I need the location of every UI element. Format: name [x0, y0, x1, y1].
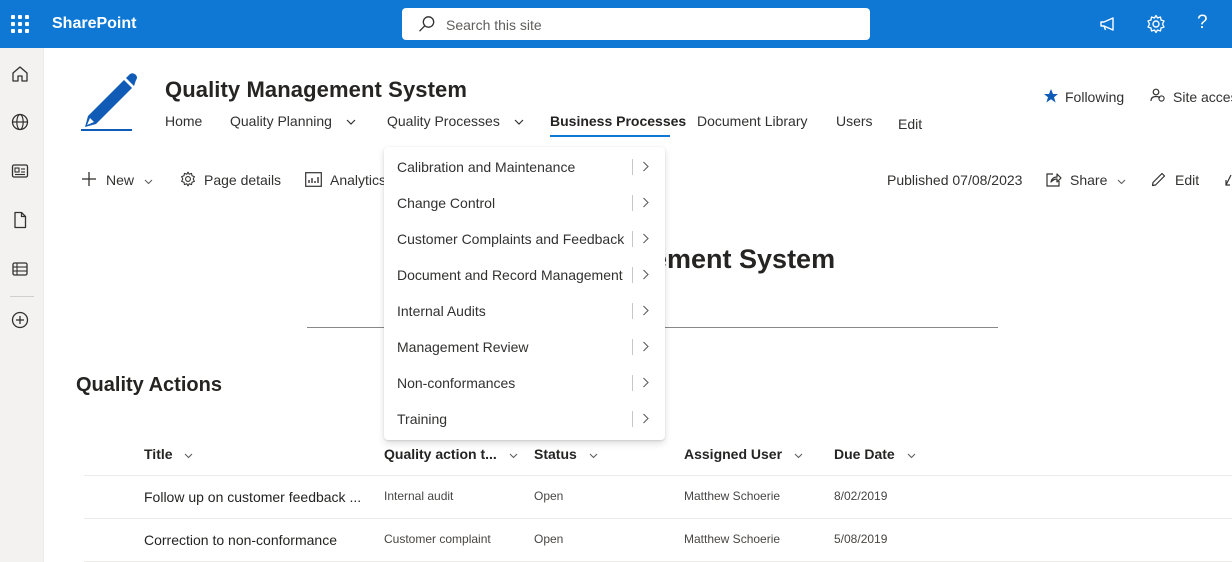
add-icon [82, 172, 96, 186]
page-details-button[interactable]: Page details [204, 172, 281, 188]
chevron-down-icon [185, 453, 193, 459]
chevron-right-icon[interactable] [642, 341, 649, 352]
chevron-down-icon [514, 119, 524, 125]
home-icon[interactable] [10, 64, 30, 84]
cell-title[interactable]: Correction to non-conformance [144, 532, 337, 548]
cell-quality-action-type: Internal audit [384, 489, 454, 503]
app-name[interactable]: SharePoint [52, 15, 136, 33]
nav-item-quality-planning[interactable]: Quality Planning [230, 113, 356, 129]
nav-item-document-library[interactable]: Document Library [697, 113, 808, 129]
menu-separator [632, 339, 633, 355]
cell-status: Open [534, 532, 564, 546]
site-access-button[interactable]: Site access [1173, 89, 1232, 105]
chevron-right-icon[interactable] [642, 269, 649, 280]
menu-separator [632, 195, 633, 211]
row-divider [84, 475, 1232, 476]
pencil-icon [1151, 172, 1166, 187]
cell-due-date: 8/02/2019 [834, 489, 888, 503]
menu-item-document-record-management[interactable]: Document and Record Management [384, 257, 665, 293]
cell-title[interactable]: Follow up on customer feedback ... [144, 489, 361, 505]
chevron-down-icon [1117, 179, 1126, 185]
share-icon [1046, 173, 1062, 187]
column-header-title[interactable]: Title [144, 446, 193, 462]
column-header-status[interactable]: Status [534, 446, 598, 462]
following-button[interactable]: Following [1065, 89, 1124, 105]
analytics-button[interactable]: Analytics [330, 172, 386, 188]
new-button[interactable]: New [106, 172, 153, 188]
menu-separator [632, 303, 633, 319]
quality-actions-heading: Quality Actions [76, 374, 222, 396]
gear-icon [181, 171, 195, 187]
published-status: Published 07/08/2023 [887, 172, 1023, 188]
chevron-down-icon [794, 453, 803, 459]
menu-separator [632, 375, 633, 391]
app-launcher-icon[interactable] [11, 15, 29, 33]
chevron-down-icon [346, 119, 356, 125]
menu-separator [632, 267, 633, 283]
analytics-icon [305, 172, 322, 187]
chevron-right-icon[interactable] [642, 413, 649, 424]
collapse-icon[interactable] [1225, 174, 1232, 186]
chevron-right-icon[interactable] [642, 197, 649, 208]
menu-separator [632, 159, 633, 175]
cell-assigned-user: Matthew Schoerie [684, 532, 781, 546]
menu-separator [632, 411, 633, 427]
menu-separator [632, 231, 633, 247]
site-logo[interactable] [80, 70, 140, 132]
star-filled-icon[interactable] [1043, 88, 1059, 104]
menu-item-internal-audits[interactable]: Internal Audits [384, 293, 665, 329]
cell-status: Open [534, 489, 564, 503]
active-nav-indicator [550, 135, 670, 137]
chevron-down-icon [589, 453, 598, 459]
row-divider [84, 518, 1232, 519]
gear-icon[interactable] [1146, 14, 1166, 34]
search-icon [419, 16, 435, 32]
chevron-down-icon [509, 453, 518, 459]
search-box[interactable]: Search this site [402, 8, 870, 40]
people-icon [1150, 88, 1165, 102]
nav-edit-link[interactable]: Edit [898, 116, 922, 132]
site-title[interactable]: Quality Management System [165, 77, 467, 103]
menu-item-calibration-and-maintenance[interactable]: Calibration and Maintenance [384, 149, 665, 185]
app-bar [0, 48, 44, 562]
chevron-right-icon[interactable] [642, 233, 649, 244]
cell-assigned-user: Matthew Schoerie [684, 489, 781, 503]
nav-item-business-processes[interactable]: Business Processes [550, 113, 686, 129]
globe-icon[interactable] [10, 112, 30, 132]
list-icon[interactable] [10, 259, 30, 279]
rail-divider [10, 296, 34, 297]
suite-bar: SharePoint Search this site ? [0, 0, 1232, 48]
cell-quality-action-type: Customer complaint [384, 532, 491, 546]
chevron-right-icon[interactable] [642, 305, 649, 316]
column-header-due-date[interactable]: Due Date [834, 446, 916, 462]
cell-due-date: 5/08/2019 [834, 532, 888, 546]
menu-item-non-conformances[interactable]: Non-conformances [384, 365, 665, 401]
add-icon[interactable] [10, 310, 30, 330]
chevron-right-icon[interactable] [642, 377, 649, 388]
chevron-right-icon[interactable] [642, 161, 649, 172]
chevron-down-icon [907, 453, 915, 459]
megaphone-icon[interactable] [1098, 14, 1118, 34]
page-title: ement System [652, 244, 836, 274]
nav-item-quality-processes[interactable]: Quality Processes [387, 113, 524, 129]
document-icon[interactable] [10, 210, 30, 230]
menu-item-customer-complaints[interactable]: Customer Complaints and Feedback [384, 221, 665, 257]
menu-item-training[interactable]: Training [384, 401, 665, 437]
column-header-quality-action-type[interactable]: Quality action t... [384, 446, 518, 462]
news-icon[interactable] [10, 161, 30, 181]
nav-item-home[interactable]: Home [165, 113, 202, 129]
menu-item-management-review[interactable]: Management Review [384, 329, 665, 365]
column-header-assigned-user[interactable]: Assigned User [684, 446, 803, 462]
share-button[interactable]: Share [1070, 172, 1126, 188]
help-icon[interactable]: ? [1197, 12, 1208, 34]
menu-item-change-control[interactable]: Change Control [384, 185, 665, 221]
chevron-down-icon [144, 179, 153, 185]
search-input[interactable]: Search this site [446, 17, 542, 33]
quality-processes-dropdown: Calibration and Maintenance Change Contr… [384, 147, 665, 440]
nav-item-users[interactable]: Users [836, 113, 873, 129]
edit-button[interactable]: Edit [1175, 172, 1199, 188]
